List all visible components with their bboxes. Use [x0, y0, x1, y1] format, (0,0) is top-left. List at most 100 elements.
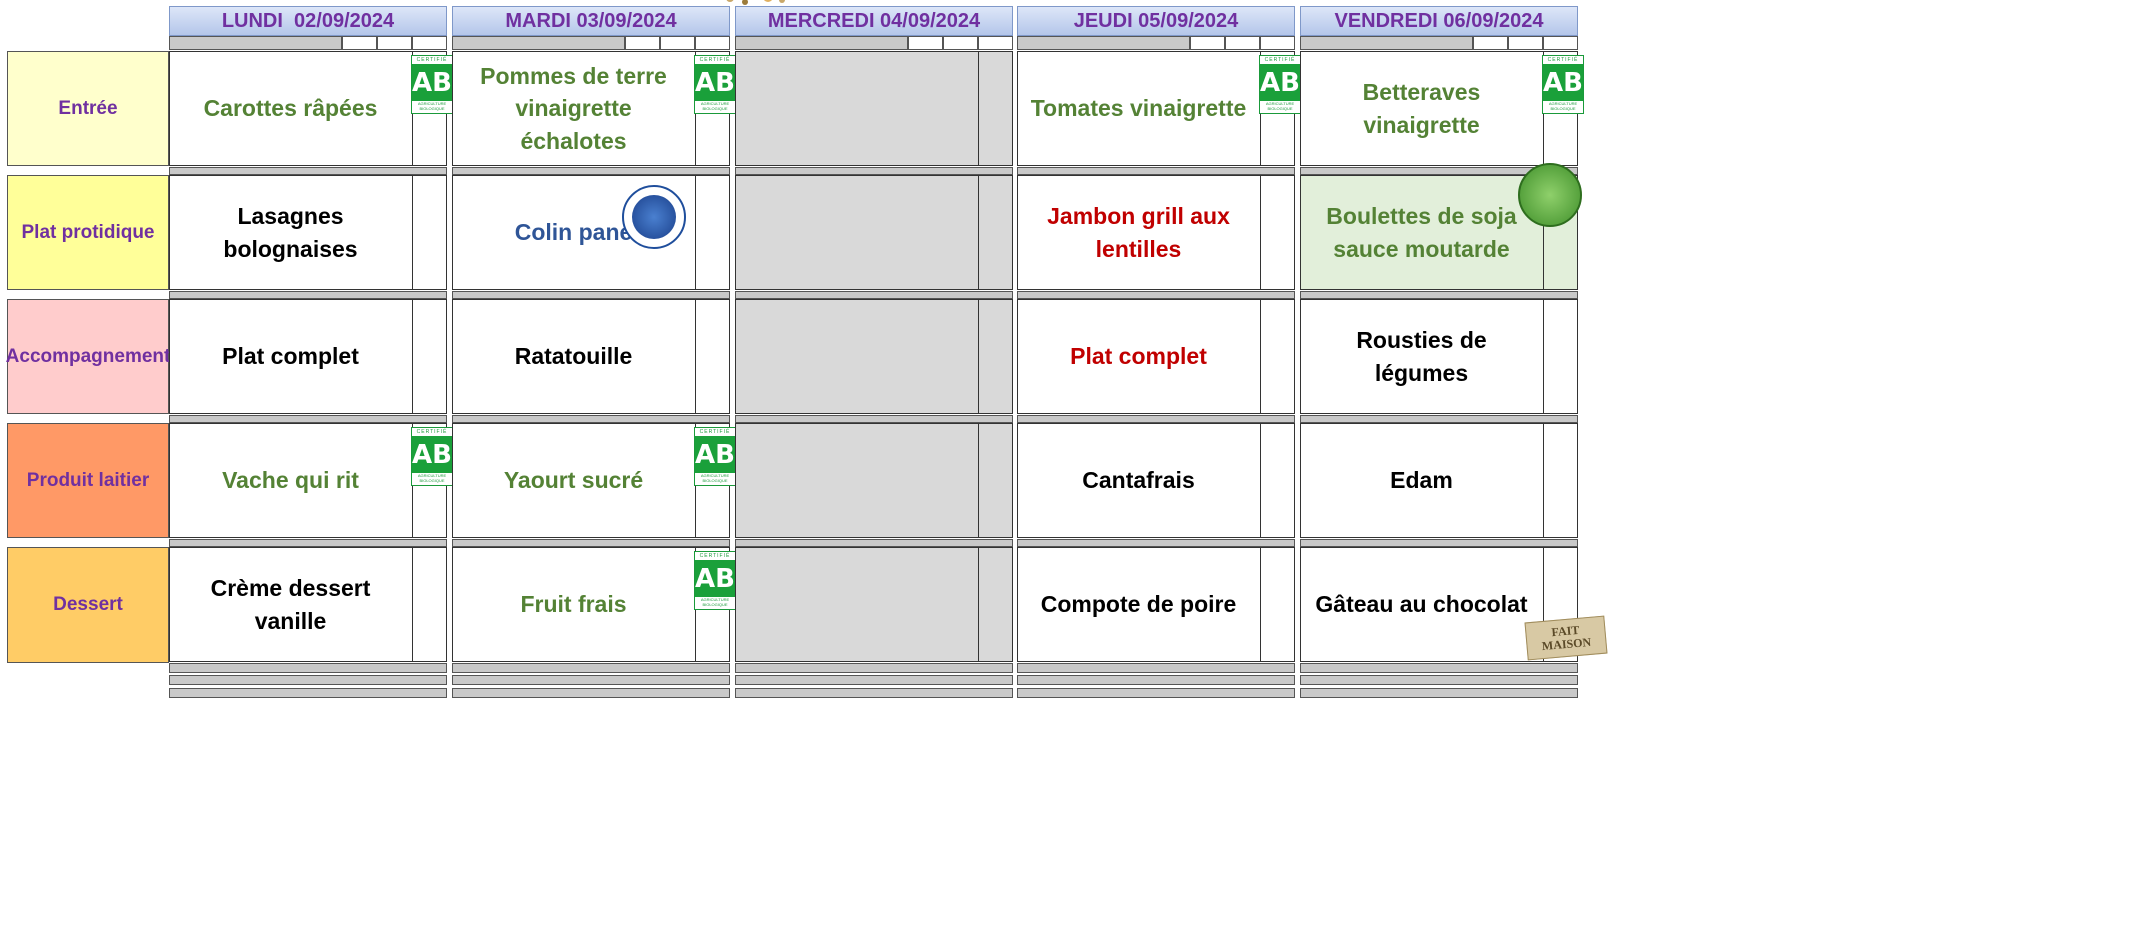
bio-logo-text: AB — [695, 436, 735, 473]
dish-name: Vache qui rit — [222, 467, 359, 494]
day-subheader-box — [377, 36, 412, 50]
row-separator — [1300, 539, 1578, 547]
closed-day-cell — [735, 175, 1013, 290]
menu-cell-side — [1260, 423, 1295, 538]
bottom-separator — [452, 675, 730, 685]
bio-top-text: CERTIFIÉ — [699, 429, 731, 435]
day-subheader-bar — [1017, 36, 1190, 50]
bio-bottom-text: AGRICULTURE BIOLOGIQUE — [417, 473, 447, 483]
bio-top-text: CERTIFIÉ — [416, 57, 448, 63]
menu-cell-side — [978, 175, 1013, 290]
dish-name: Plat complet — [1070, 343, 1207, 370]
dish-name: Jambon grill aux lentilles — [1047, 203, 1230, 262]
closed-day-cell — [735, 299, 1013, 414]
row-separator — [169, 291, 447, 299]
day-subheader-box — [1473, 36, 1508, 50]
homemade-tag-icon: FAIT MAISON — [1524, 615, 1608, 661]
bio-logo-text: AB — [1543, 64, 1583, 101]
bio-bottom-text: AGRICULTURE BIOLOGIQUE — [417, 101, 447, 111]
bottom-separator — [1300, 675, 1578, 685]
bottom-separator — [1300, 663, 1578, 673]
bio-bottom-text: AGRICULTURE BIOLOGIQUE — [700, 101, 730, 111]
bio-logo-text: AB — [695, 560, 735, 597]
row-separator — [452, 539, 730, 547]
day-subheader-bar — [1300, 36, 1473, 50]
dish-name: Plat complet — [222, 343, 359, 370]
vegetarian-leaf-icon — [1518, 163, 1582, 227]
bio-logo-text: AB — [412, 64, 452, 101]
bottom-separator — [452, 663, 730, 673]
bio-label-icon: CERTIFIÉ AB AGRICULTURE BIOLOGIQUE — [694, 551, 736, 610]
closed-day-cell — [735, 547, 1013, 662]
day-subheader-box — [342, 36, 377, 50]
bio-bottom-text: AGRICULTURE BIOLOGIQUE — [1548, 101, 1578, 111]
row-separator — [452, 167, 730, 175]
day-subheader-box — [625, 36, 660, 50]
dish-name: Fruit frais — [520, 591, 627, 618]
dish-name: Pommes de terre vinaigrette échalotes — [480, 63, 667, 154]
row-separator — [452, 291, 730, 299]
menu-cell-side — [1260, 175, 1295, 290]
day-subheader-bar — [735, 36, 908, 50]
day-subheader-box — [943, 36, 978, 50]
menu-cell-side — [695, 299, 730, 414]
bio-top-text: CERTIFIÉ — [699, 57, 731, 63]
day-subheader-box — [412, 36, 447, 50]
row-separator — [1017, 167, 1295, 175]
bio-bottom-text: AGRICULTURE BIOLOGIQUE — [700, 473, 730, 483]
menu-cell-side — [978, 423, 1013, 538]
bottom-separator — [1300, 688, 1578, 698]
day-subheader-bar — [452, 36, 625, 50]
bio-top-text: CERTIFIÉ — [1264, 57, 1296, 63]
bio-logo-text: AB — [1260, 64, 1300, 101]
dish-name: Edam — [1390, 467, 1453, 494]
day-subheader-box — [1225, 36, 1260, 50]
dish-name: Yaourt sucré — [503, 467, 644, 494]
dish-name: Cantafrais — [1082, 467, 1195, 494]
dish-name: Tomates vinaigrette — [1030, 95, 1247, 122]
day-subheader-bar — [169, 36, 342, 50]
dish-name: Lasagnes bolognaises — [223, 203, 358, 262]
bottom-separator — [1017, 675, 1295, 685]
category-label: Produit laitier — [7, 423, 169, 538]
day-header: LUNDI 02/09/2024 — [169, 6, 447, 36]
day-subheader-box — [1260, 36, 1295, 50]
menu-cell-side — [412, 299, 447, 414]
dish-name: Betteraves vinaigrette — [1362, 79, 1481, 138]
row-separator — [1017, 415, 1295, 423]
bio-label-icon: CERTIFIÉ AB AGRICULTURE BIOLOGIQUE — [1542, 55, 1584, 114]
day-subheader-box — [695, 36, 730, 50]
day-header: VENDREDI 06/09/2024 — [1300, 6, 1578, 36]
bottom-separator — [735, 688, 1013, 698]
row-separator — [735, 539, 1013, 547]
day-subheader-box — [660, 36, 695, 50]
bio-logo-text: AB — [412, 436, 452, 473]
menu-cell-side — [1543, 423, 1578, 538]
row-separator — [1300, 291, 1578, 299]
row-separator — [169, 539, 447, 547]
dish-name: Crème dessert vanille — [210, 575, 371, 634]
dish-name: Gâteau au chocolat — [1315, 591, 1528, 618]
menu-cell-side — [978, 51, 1013, 166]
bottom-separator — [169, 675, 447, 685]
menu-cell-side — [1260, 547, 1295, 662]
bio-label-icon: CERTIFIÉ AB AGRICULTURE BIOLOGIQUE — [694, 427, 736, 486]
menu-cell-side — [412, 547, 447, 662]
bottom-separator — [735, 675, 1013, 685]
dish-name: Ratatouille — [514, 343, 633, 370]
menu-cell-side — [978, 547, 1013, 662]
bio-label-icon: CERTIFIÉ AB AGRICULTURE BIOLOGIQUE — [1259, 55, 1301, 114]
bio-logo-text: AB — [695, 64, 735, 101]
dish-name: Boulettes de soja sauce moutarde — [1326, 203, 1517, 262]
bottom-separator — [169, 663, 447, 673]
category-label: Accompagnement — [6, 299, 170, 414]
dish-name: Rousties de légumes — [1356, 327, 1487, 386]
bio-label-icon: CERTIFIÉ AB AGRICULTURE BIOLOGIQUE — [411, 55, 453, 114]
day-subheader-box — [908, 36, 943, 50]
row-separator — [735, 291, 1013, 299]
bio-bottom-text: AGRICULTURE BIOLOGIQUE — [1265, 101, 1295, 111]
menu-cell-side — [412, 175, 447, 290]
row-separator — [735, 415, 1013, 423]
category-label: Plat protidique — [7, 175, 169, 290]
day-subheader-box — [978, 36, 1013, 50]
